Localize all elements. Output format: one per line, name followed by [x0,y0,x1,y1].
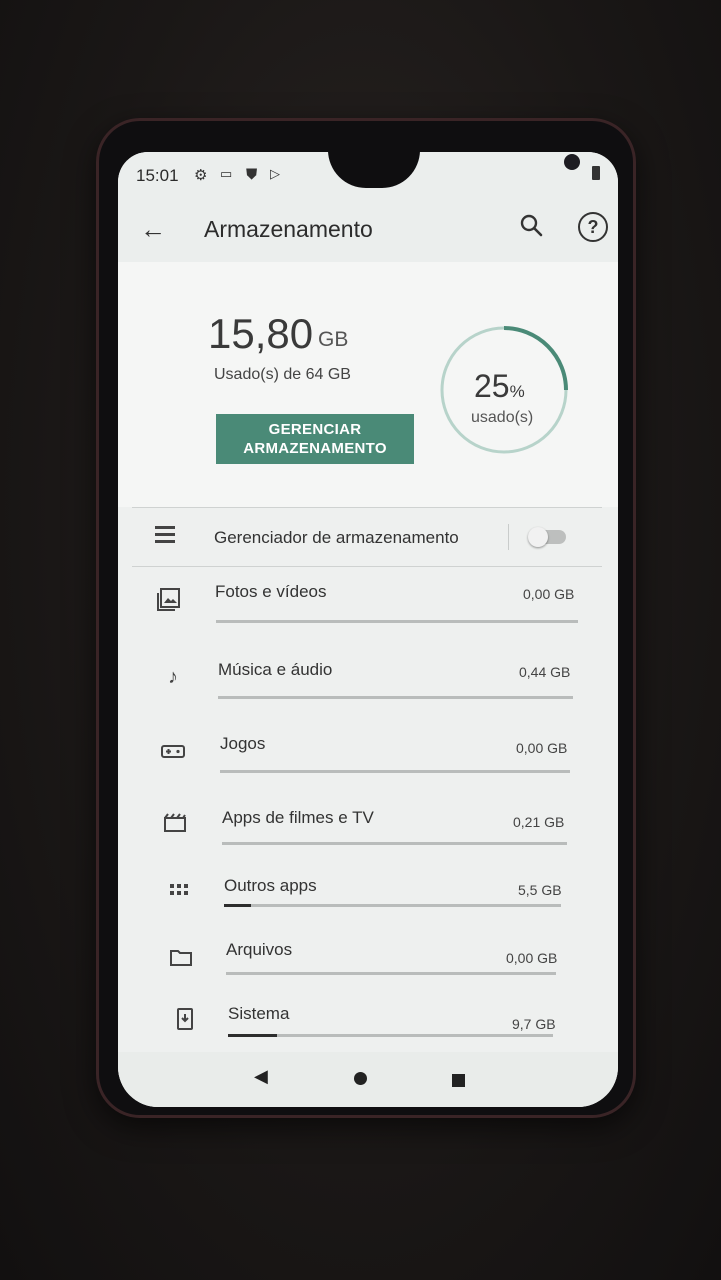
usage-percent-value: 25 [474,368,510,404]
category-size: 5,5 GB [518,882,562,898]
screen: 15:01 ⚙ ▭ ⛊ ▷ ← Armazenamento ? 15,80 GB… [118,152,618,1107]
movie-icon [164,813,186,832]
category-size: 0,00 GB [523,586,575,602]
category-size: 0,00 GB [506,950,558,966]
used-unit: GB [318,328,349,351]
nav-recents-icon[interactable] [452,1074,465,1087]
gear-icon: ⚙ [194,167,208,184]
system-icon [177,1008,193,1030]
nav-home-icon[interactable] [354,1072,367,1085]
folder-icon [170,950,192,966]
category-label: Jogos [220,734,266,753]
category-size: 0,00 GB [516,740,568,756]
arrow-left-icon[interactable]: ← [140,214,166,245]
category-label: Sistema [228,1004,290,1023]
photo-icon [157,588,180,611]
status-time: 15:01 [136,166,179,185]
category-label: Música e áudio [218,660,333,679]
category-row[interactable]: Outros apps 5,5 GB [118,870,618,940]
storage-manager-toggle[interactable] [528,527,566,547]
category-label: Apps de filmes e TV [222,808,374,827]
category-label: Fotos e vídeos [215,582,327,601]
separator [508,524,509,550]
page-title: Armazenamento [204,216,373,242]
navigation-bar: ◀ [118,1052,618,1107]
cast-icon: ▭ [220,166,233,181]
gamepad-icon [161,745,185,758]
category-row[interactable]: Jogos 0,00 GB [118,726,618,796]
category-row[interactable]: ♪ Música e áudio 0,44 GB [118,650,618,720]
category-bar [228,1034,553,1037]
category-bar-fill [228,1034,277,1037]
category-size: 0,44 GB [519,664,571,680]
play-store-icon: ▷ [270,166,280,181]
manage-storage-button[interactable]: GERENCIAR ARMAZENAMENTO [216,414,414,464]
storage-manager-row[interactable]: Gerenciador de armazenamento [118,508,618,566]
battery-icon [592,166,600,180]
storage-list-icon [155,526,175,543]
shield-icon: ⛊ [246,166,258,183]
category-bar [218,696,573,699]
storage-summary: 15,80 GB Usado(s) de 64 GB GERENCIAR ARM… [118,262,618,507]
category-bar [222,842,567,845]
music-note-icon: ♪ [168,666,178,688]
toggle-knob [528,527,548,547]
category-size: 0,21 GB [513,814,565,830]
apps-grid-icon [170,884,188,895]
help-icon[interactable]: ? [578,212,608,242]
category-bar [216,620,578,623]
category-bar [224,904,561,907]
usage-percent-sign: % [509,382,525,401]
usage-percent: 25% [474,368,525,405]
nav-back-icon[interactable]: ◀ [254,1066,268,1087]
used-of-total: Usado(s) de 64 GB [214,366,351,383]
usage-label: usado(s) [471,409,534,426]
camera [564,154,580,170]
category-label: Outros apps [224,876,317,895]
category-label: Arquivos [226,940,293,959]
storage-manager-label: Gerenciador de armazenamento [214,528,459,547]
category-row[interactable]: Arquivos 0,00 GB [118,938,618,1008]
category-row[interactable]: Apps de filmes e TV 0,21 GB [118,800,618,870]
divider [132,566,602,567]
search-icon[interactable] [518,212,546,240]
category-bar [220,770,570,773]
category-bar [226,972,556,975]
category-size: 9,7 GB [512,1016,556,1032]
used-value: 15,80 [208,310,314,357]
app-bar: ← Armazenamento ? [118,196,618,262]
category-bar-fill [224,904,251,907]
category-row[interactable]: Fotos e vídeos 0,00 GB [118,572,618,642]
